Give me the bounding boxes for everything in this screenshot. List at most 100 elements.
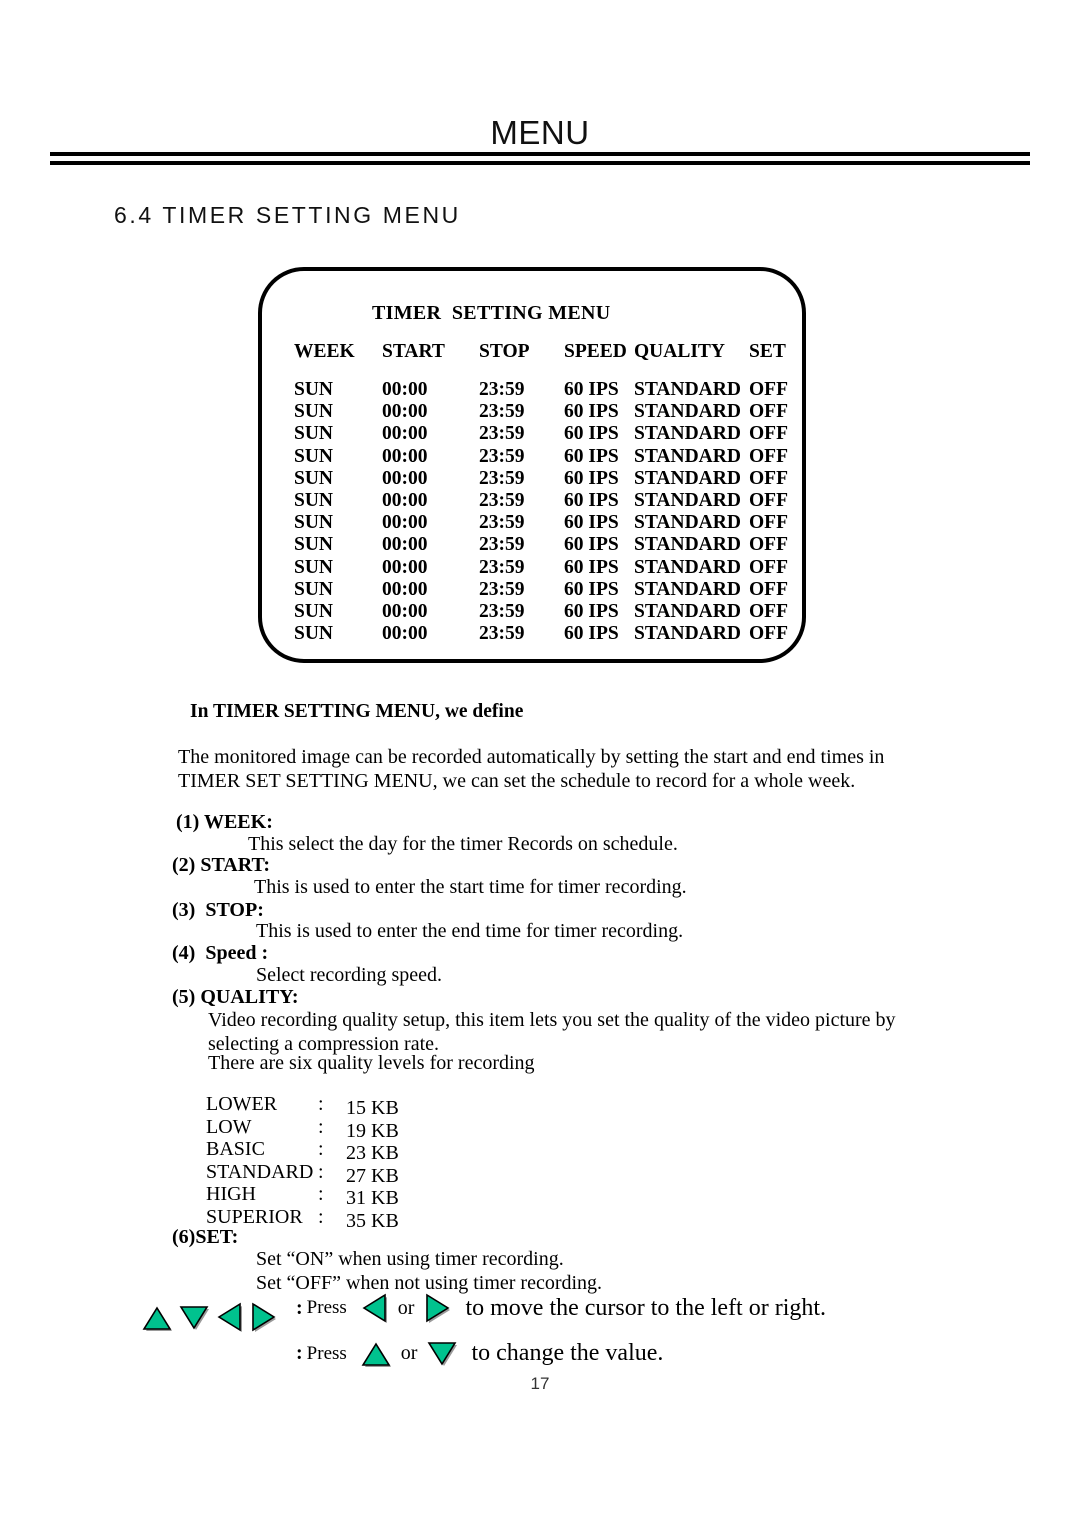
cell-week: SUN (294, 578, 334, 600)
column-header-set: SET (749, 341, 786, 362)
quality-level-name: HIGH (206, 1183, 256, 1205)
cell-stop: 23:59 (479, 445, 525, 467)
column-header-speed: SPEED (564, 341, 627, 362)
cell-week: SUN (294, 623, 334, 645)
table-row[interactable]: SUN 00:00 23:59 60 IPS STANDARD OFF (262, 623, 802, 645)
define-line: In TIMER SETTING MENU, we define (190, 701, 524, 722)
legend-press-word-1: Press (306, 1297, 347, 1318)
item-body-stop: This is used to enter the end time for t… (256, 920, 684, 942)
cell-week: SUN (294, 601, 334, 623)
cell-week: SUN (294, 445, 334, 467)
cell-speed: 60 IPS (564, 578, 619, 600)
cell-stop: 23:59 (479, 601, 525, 623)
item-body-week: This select the day for the timer Record… (248, 833, 678, 855)
cell-stop: 23:59 (479, 578, 525, 600)
quality-levels-list: LOWER:15 KB LOW:19 KB BASIC:23 KB STANDARD:… (206, 1093, 399, 1232)
table-row[interactable]: SUN 00:00 23:59 60 IPS STANDARD OFF (262, 512, 802, 534)
cell-start: 00:00 (382, 534, 428, 556)
cell-stop: 23:59 (479, 534, 525, 556)
cell-quality: STANDARD (634, 623, 741, 645)
timer-schedule-table: WEEK START STOP SPEED QUALITY SET SUN 00:… (262, 341, 802, 645)
table-row[interactable]: SUN 00:00 23:59 60 IPS STANDARD OFF (262, 557, 802, 579)
cell-start: 00:00 (382, 467, 428, 489)
page-number: 17 (530, 1374, 550, 1393)
legend-or-2: or (400, 1342, 418, 1364)
cell-start: 00:00 (382, 379, 428, 400)
quality-level-row: SUPERIOR:35 KB (206, 1206, 399, 1232)
cell-set: OFF (749, 490, 788, 512)
cell-start: 00:00 (382, 490, 428, 512)
item-body-set: Set “ON” when using timer recording. Set… (256, 1247, 602, 1295)
cell-week: SUN (294, 467, 334, 489)
column-header-week: WEEK (294, 341, 355, 362)
intro-paragraph: The monitored image can be recorded auto… (178, 746, 885, 792)
quality-level-value: 23 KB (346, 1142, 399, 1164)
arrow-down-icon (179, 1304, 209, 1331)
table-row[interactable]: SUN 00:00 23:59 60 IPS STANDARD OFF (262, 423, 802, 445)
table-row[interactable]: SUN 00:00 23:59 60 IPS STANDARD OFF (262, 534, 802, 556)
set-on-line: Set “ON” when using timer recording. (256, 1248, 564, 1270)
cell-set: OFF (749, 445, 788, 467)
cell-speed: 60 IPS (564, 423, 619, 445)
legend-press-word-2: Press (306, 1342, 347, 1364)
cell-speed: 60 IPS (564, 623, 619, 645)
table-row[interactable]: SUN 00:00 23:59 60 IPS STANDARD OFF (262, 401, 802, 423)
quality-level-value: 15 KB (346, 1097, 399, 1119)
cell-start: 00:00 (382, 423, 428, 445)
cell-speed: 60 IPS (564, 556, 619, 578)
cell-set: OFF (749, 556, 788, 578)
cell-stop: 23:59 (479, 556, 525, 578)
quality-level-value: 27 KB (346, 1164, 399, 1187)
cell-week: SUN (294, 401, 334, 423)
item-label-week: (1) WEEK: (176, 811, 273, 833)
cell-quality: STANDARD (634, 534, 741, 556)
cell-set: OFF (749, 401, 788, 423)
quality-level-row: BASIC:23 KB (206, 1138, 399, 1164)
table-row[interactable]: SUN 00:00 23:59 60 IPS STANDARD OFF (262, 379, 802, 401)
cell-quality: STANDARD (634, 512, 741, 534)
legend-tail-1: to move the cursor to the left or right. (465, 1294, 827, 1321)
item-label-speed: (4) Speed : (172, 942, 269, 964)
cell-speed: 60 IPS (564, 601, 619, 623)
table-row[interactable]: SUN 00:00 23:59 60 IPS STANDARD OFF (262, 446, 802, 468)
cell-speed: 60 IPS (564, 467, 619, 489)
column-header-stop: STOP (479, 341, 530, 362)
table-row[interactable]: SUN 00:00 23:59 60 IPS STANDARD OFF (262, 468, 802, 490)
cell-stop: 23:59 (479, 379, 525, 400)
arrow-down-icon (427, 1340, 458, 1367)
legend-colon-1: : (296, 1296, 303, 1319)
legend-colon-2: : (296, 1342, 303, 1364)
cell-week: SUN (294, 423, 334, 445)
quality-level-row: LOW:19 KB (206, 1115, 399, 1142)
quality-level-colon: : (318, 1183, 324, 1205)
legend-tail-2: to change the value. (471, 1340, 664, 1366)
quality-level-name: LOW (206, 1115, 252, 1138)
cell-start: 00:00 (382, 601, 428, 623)
timer-schedule-rows: SUN 00:00 23:59 60 IPS STANDARD OFF SUN 00:00 23… (262, 379, 802, 645)
cell-set: OFF (749, 467, 788, 489)
table-row[interactable]: SUN 00:00 23:59 60 IPS STANDARD OFF (262, 579, 802, 601)
arrow-left-icon (361, 1293, 388, 1323)
timer-setting-osd-box: TIMER SETTING MENU WEEK START STOP SPEED… (258, 267, 806, 663)
cell-quality: STANDARD (634, 467, 741, 489)
item-body-quality-levels-intro: There are six quality levels for recordi… (208, 1052, 535, 1074)
arrow-up-icon (361, 1340, 391, 1367)
table-row[interactable]: SUN 00:00 23:59 60 IPS STANDARD OFF (262, 490, 802, 512)
cell-speed: 60 IPS (564, 379, 619, 400)
table-header-row: WEEK START STOP SPEED QUALITY SET (262, 341, 802, 379)
quality-level-row: HIGH:31 KB (206, 1183, 399, 1209)
quality-level-colon: : (318, 1160, 324, 1183)
column-header-quality: QUALITY (634, 341, 726, 362)
cell-speed: 60 IPS (564, 490, 619, 512)
quality-level-row: LOWER:15 KB (206, 1093, 399, 1119)
cell-stop: 23:59 (479, 490, 525, 512)
cell-speed: 60 IPS (564, 512, 619, 534)
osd-title: TIMER SETTING MENU (372, 302, 611, 324)
cell-stop: 23:59 (479, 467, 525, 489)
arrow-key-cluster (142, 1302, 277, 1332)
table-row[interactable]: SUN 00:00 23:59 60 IPS STANDARD OFF (262, 601, 802, 623)
cell-start: 00:00 (382, 556, 428, 578)
cell-week: SUN (294, 379, 334, 400)
item-label-stop: (3) STOP: (172, 899, 264, 921)
quality-level-value: 35 KB (346, 1209, 399, 1232)
